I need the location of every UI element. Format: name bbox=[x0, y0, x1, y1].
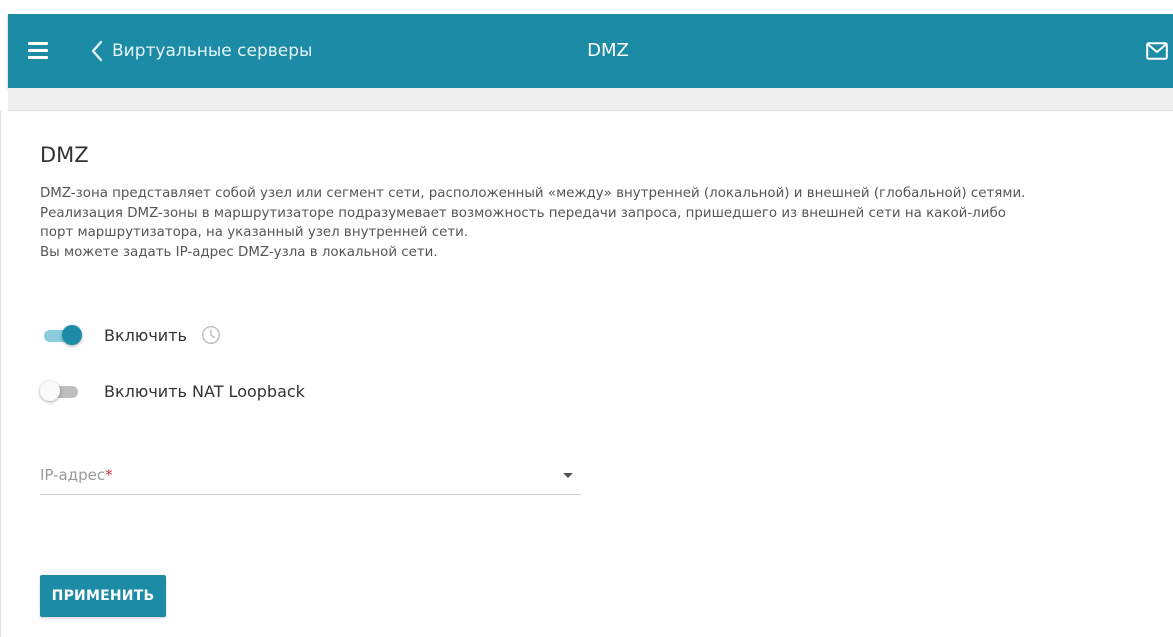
section-description: DMZ-зона представляет собой узел или сег… bbox=[40, 184, 1150, 262]
description-line: DMZ-зона представляет собой узел или сег… bbox=[40, 186, 1026, 201]
header-shadow-strip bbox=[8, 88, 1173, 111]
description-line: порт маршрутизатора, на указанный узел в… bbox=[40, 225, 469, 240]
back-link[interactable]: Виртуальные серверы bbox=[88, 38, 312, 64]
dropdown-arrow-icon bbox=[563, 473, 573, 478]
enable-toggle[interactable] bbox=[40, 323, 82, 347]
required-mark: * bbox=[105, 466, 113, 484]
ip-address-placeholder: IP-адрес* bbox=[40, 466, 113, 484]
ip-address-select[interactable]: IP-адрес* bbox=[40, 454, 581, 495]
toggle-knob bbox=[40, 381, 60, 401]
toggle-knob bbox=[62, 325, 82, 345]
section-title: DMZ bbox=[40, 143, 89, 167]
page: Виртуальные серверы DMZ DMZ DMZ-зона пре… bbox=[0, 0, 1173, 637]
clock-icon[interactable] bbox=[201, 325, 221, 345]
mail-icon[interactable] bbox=[1146, 42, 1168, 60]
back-link-label: Виртуальные серверы bbox=[112, 41, 313, 61]
nat-loopback-toggle[interactable] bbox=[40, 379, 82, 403]
top-app-bar: Виртуальные серверы DMZ bbox=[8, 14, 1173, 88]
main-content: DMZ DMZ-зона представляет собой узел или… bbox=[0, 111, 1173, 637]
description-line: Реализация DMZ-зоны в маршрутизаторе под… bbox=[40, 205, 1006, 221]
apply-button[interactable]: ПРИМЕНИТЬ bbox=[40, 575, 166, 617]
description-line: Вы можете задать IP-адрес DMZ-узла в лок… bbox=[40, 244, 438, 260]
enable-row: Включить bbox=[40, 323, 221, 347]
chevron-left-icon bbox=[91, 40, 103, 62]
hamburger-menu-icon[interactable] bbox=[28, 42, 48, 60]
ip-address-placeholder-text: IP-адрес bbox=[40, 466, 106, 484]
page-title: DMZ bbox=[587, 40, 629, 61]
nat-loopback-label: Включить NAT Loopback bbox=[104, 381, 305, 401]
enable-label: Включить bbox=[104, 325, 187, 345]
nat-loopback-row: Включить NAT Loopback bbox=[40, 379, 305, 403]
